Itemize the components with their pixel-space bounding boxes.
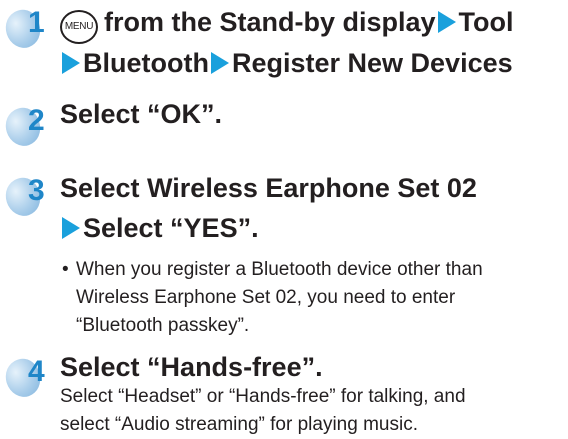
step-1-line-1: MENU from the Stand-by display Tool (60, 4, 514, 44)
step-3-note-line-2: Wireless Earphone Set 02, you need to en… (76, 287, 456, 308)
step-number-badge: 3 (0, 172, 62, 221)
step-number-badge: 2 (0, 102, 62, 151)
step-3-note-line-1: When you register a Bluetooth device oth… (76, 259, 483, 280)
step-3-select-yes: Select “YES”. (83, 213, 259, 243)
step-1-register: Register New Devices (231, 48, 513, 78)
step-1-line-2: Bluetooth Register New Devices (60, 45, 513, 81)
arrow-right-icon (62, 52, 80, 74)
step-2-line-1: Select “OK”. (60, 99, 223, 129)
step-3-line-2: Select “YES”. (60, 210, 259, 246)
step-number-badge: 4 (0, 353, 62, 402)
step-4-desc-line-1: Select “Headset” or “Hands-free” for tal… (60, 386, 466, 407)
step-number: 2 (28, 104, 45, 137)
arrow-right-icon (210, 52, 229, 74)
menu-key-icon: MENU (60, 10, 98, 44)
arrow-right-icon (437, 11, 456, 33)
step-3-note-line-3: “Bluetooth passkey”. (76, 315, 250, 336)
bullet-icon: • (62, 259, 69, 280)
step-number: 4 (28, 355, 45, 388)
step-4-line-1: Select “Hands-free”. (60, 352, 323, 382)
step-number: 1 (28, 6, 45, 39)
step-number: 3 (28, 174, 45, 207)
step-4-desc-line-2: select “Audio streaming” for playing mus… (60, 414, 418, 435)
step-1-tool: Tool (458, 7, 514, 37)
arrow-right-icon (62, 217, 80, 239)
step-1-bluetooth: Bluetooth (83, 48, 209, 78)
step-3-line-1: Select Wireless Earphone Set 02 (60, 173, 477, 203)
step-1-text: from the Stand-by display (104, 7, 436, 37)
step-number-badge: 1 (0, 4, 62, 53)
